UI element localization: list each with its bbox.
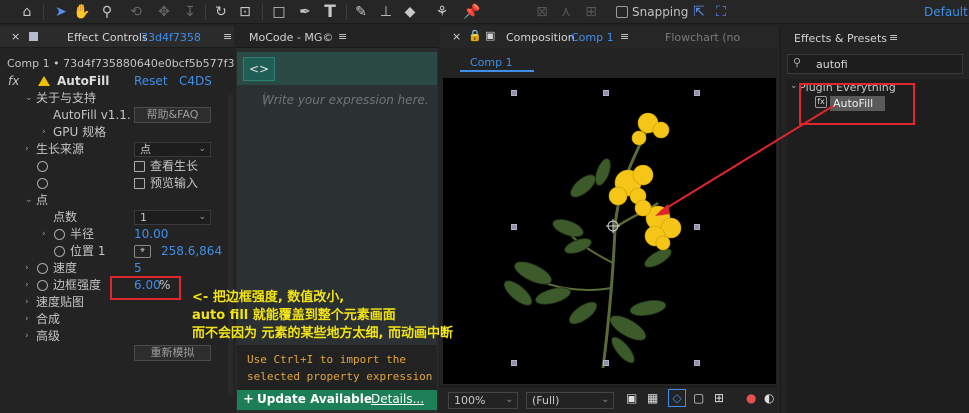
arrow-head	[655, 204, 670, 216]
annotation-line-2: auto fill 就能覆盖到整个元素画面	[192, 308, 396, 323]
annotation-line-1: <- 把边框强度, 数值改小,	[192, 290, 345, 305]
autofill-highlight	[799, 83, 915, 125]
edge-strength-highlight	[110, 276, 181, 300]
annotation-arrow	[659, 105, 834, 213]
annotation-overlay	[110, 83, 915, 300]
annotation-line-3: 而不会因为 元素的某些地方太细, 而动画中断	[192, 326, 453, 341]
